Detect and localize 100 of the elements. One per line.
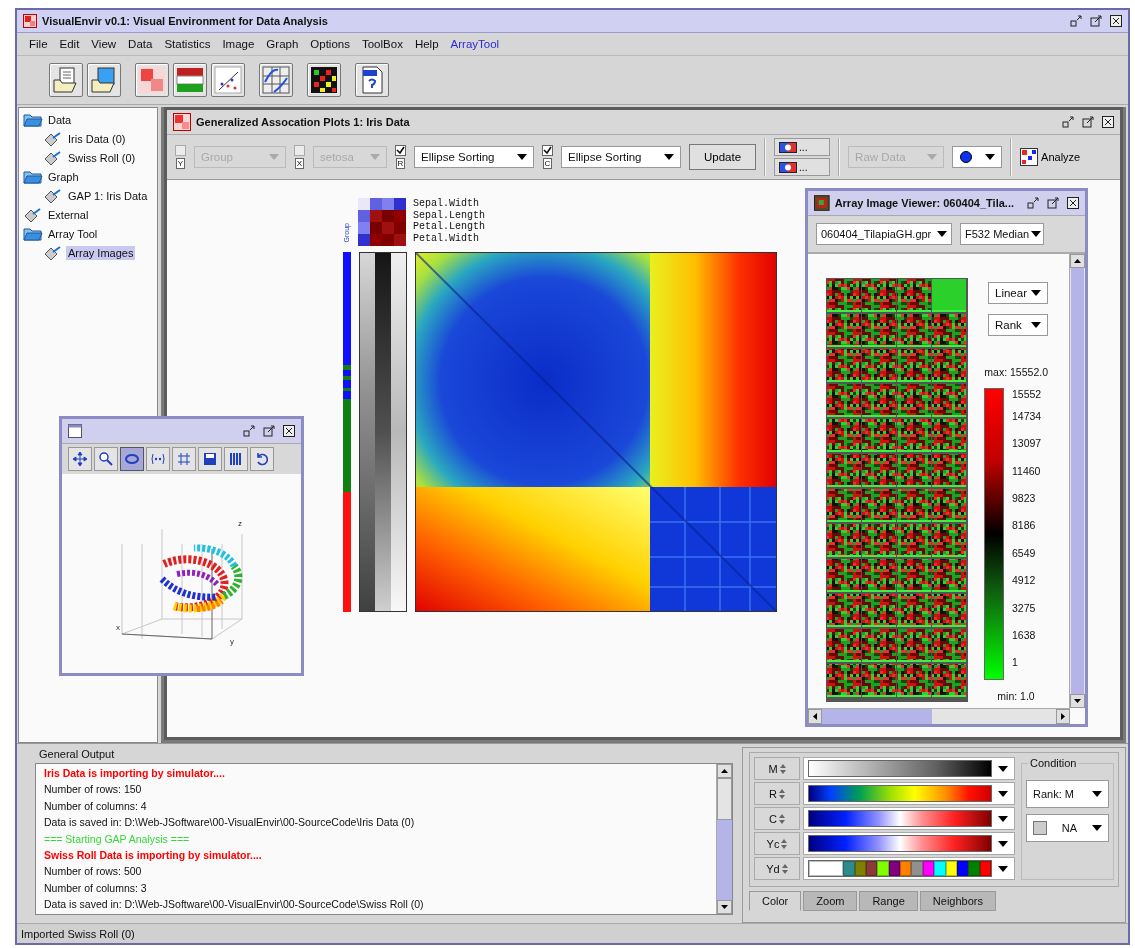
caret-icon xyxy=(1031,290,1041,296)
menu-item[interactable]: Edit xyxy=(53,38,86,50)
tree-item[interactable]: Array Images xyxy=(66,245,136,260)
minimize-icon[interactable] xyxy=(1062,116,1074,128)
scroll-down-icon[interactable] xyxy=(717,900,732,914)
scroll-left-icon[interactable] xyxy=(808,709,822,724)
tree-item[interactable]: Graph xyxy=(46,169,81,184)
close-icon[interactable] xyxy=(1102,116,1114,128)
vertical-scrollbar[interactable] xyxy=(716,764,732,914)
undo-tool-button[interactable] xyxy=(250,447,274,471)
scatter-plot-button[interactable] xyxy=(211,63,245,97)
channel-dropdown[interactable]: F532 Median xyxy=(960,223,1044,245)
open-image-button[interactable] xyxy=(87,63,121,97)
scroll-right-icon[interactable] xyxy=(1056,709,1070,724)
tree-item[interactable]: Array Tool xyxy=(46,226,100,241)
help-button[interactable] xyxy=(355,63,389,97)
maximize-icon[interactable] xyxy=(263,425,275,437)
close-icon[interactable] xyxy=(1067,197,1079,209)
menu-item[interactable]: Options xyxy=(304,38,356,50)
spinner-button[interactable]: M xyxy=(754,757,800,780)
menu-item[interactable]: ArrayTool xyxy=(444,38,506,50)
tab[interactable]: Zoom xyxy=(803,891,858,911)
dropdown[interactable]: Ellipse Sorting xyxy=(414,146,534,168)
spinner-button[interactable]: C xyxy=(754,807,800,830)
file-dropdown[interactable]: 060404_TilapiaGH.gpr xyxy=(816,223,952,245)
scroll-up-icon[interactable] xyxy=(1070,254,1085,268)
spinner-button[interactable]: R xyxy=(754,782,800,805)
spinner-button[interactable]: Yd xyxy=(754,857,800,880)
save-tool-button[interactable] xyxy=(198,447,222,471)
tab[interactable]: Color xyxy=(749,891,802,911)
diamond-icon xyxy=(43,131,63,146)
vertical-scrollbar[interactable] xyxy=(1069,254,1085,708)
correlation-matrix-drawing xyxy=(358,198,406,246)
marker-dropdown[interactable] xyxy=(952,146,1003,168)
scale-dropdown[interactable]: Linear xyxy=(988,282,1048,304)
matrix-plot-button[interactable] xyxy=(259,63,293,97)
caret-icon xyxy=(985,154,996,160)
minimize-icon[interactable] xyxy=(1027,197,1039,209)
color-map-dropdown[interactable] xyxy=(803,807,1015,830)
heatmap-button[interactable] xyxy=(135,63,169,97)
color-map-icon xyxy=(779,161,798,173)
axis-label: Y xyxy=(175,158,186,169)
color-map-button[interactable]: ... xyxy=(774,158,831,176)
rotate-tool-button[interactable] xyxy=(120,447,144,471)
tree-item[interactable]: GAP 1: Iris Data xyxy=(66,188,150,203)
caret-icon xyxy=(1031,322,1041,328)
maximize-icon[interactable] xyxy=(1082,116,1094,128)
scroll-down-icon[interactable] xyxy=(1070,694,1085,708)
close-icon[interactable] xyxy=(283,425,295,437)
caret-icon xyxy=(517,154,527,160)
move-tool-button[interactable] xyxy=(68,447,92,471)
spinner-arrows-icon xyxy=(778,813,785,824)
tree-item[interactable]: External xyxy=(46,207,91,222)
color-scale-button[interactable] xyxy=(173,63,207,97)
tab[interactable]: Neighbors xyxy=(919,891,996,911)
menu-item[interactable]: ToolBox xyxy=(355,38,409,50)
color-map-dropdown[interactable] xyxy=(803,832,1015,855)
order-dropdown[interactable]: Rank xyxy=(988,314,1048,336)
caret-icon xyxy=(1031,231,1042,237)
horizontal-scrollbar[interactable] xyxy=(808,708,1070,724)
menu-item[interactable]: View xyxy=(85,38,123,50)
checkbox[interactable] xyxy=(395,145,406,156)
open-file-button[interactable] xyxy=(49,63,83,97)
checkbox[interactable] xyxy=(542,145,553,156)
scatter-plot-icon xyxy=(214,66,242,94)
menu-item[interactable]: Help xyxy=(408,38,445,50)
coords-tool-button[interactable] xyxy=(146,447,170,471)
minimize-icon[interactable] xyxy=(1070,15,1082,27)
zoom-tool-button[interactable] xyxy=(94,447,118,471)
close-icon[interactable] xyxy=(1110,15,1122,27)
menu-item[interactable]: Data xyxy=(122,38,159,50)
color-grid-button[interactable] xyxy=(307,63,341,97)
bars-tool-button[interactable] xyxy=(224,447,248,471)
menu-item[interactable]: Image xyxy=(216,38,261,50)
tree-item[interactable]: Swiss Roll (0) xyxy=(66,150,138,165)
tree-item[interactable]: Data xyxy=(46,112,74,127)
color-map-button[interactable]: ... xyxy=(774,138,831,156)
tab[interactable]: Range xyxy=(859,891,918,911)
variable-label: Petal.Length xyxy=(413,221,485,233)
dropdown[interactable]: Ellipse Sorting xyxy=(561,146,681,168)
menu-item[interactable]: File xyxy=(23,38,54,50)
grid-tool-button[interactable] xyxy=(172,447,196,471)
menu-item[interactable]: Graph xyxy=(260,38,305,50)
maximize-icon[interactable] xyxy=(1090,15,1102,27)
minimize-icon[interactable] xyxy=(243,425,255,437)
analyze-button[interactable]: Analyze xyxy=(1020,148,1081,166)
na-color-dropdown[interactable]: NA xyxy=(1026,814,1109,842)
scroll-up-icon[interactable] xyxy=(717,764,732,778)
rank-dropdown[interactable]: Rank: M xyxy=(1026,780,1109,808)
axis-label: y xyxy=(229,636,234,646)
color-map-dropdown[interactable] xyxy=(803,857,1015,880)
color-map-dropdown[interactable] xyxy=(803,757,1015,780)
color-map-dropdown[interactable] xyxy=(803,782,1015,805)
maximize-icon[interactable] xyxy=(1047,197,1059,209)
menu-item[interactable]: Statistics xyxy=(158,38,217,50)
update-button[interactable]: Update xyxy=(689,144,757,170)
tree-item[interactable]: Iris Data (0) xyxy=(66,131,128,146)
color-grid-icon xyxy=(310,66,338,94)
spinner-button[interactable]: Yc xyxy=(754,832,800,855)
log-line: Iris Data is importing by simulator.... xyxy=(44,766,226,781)
